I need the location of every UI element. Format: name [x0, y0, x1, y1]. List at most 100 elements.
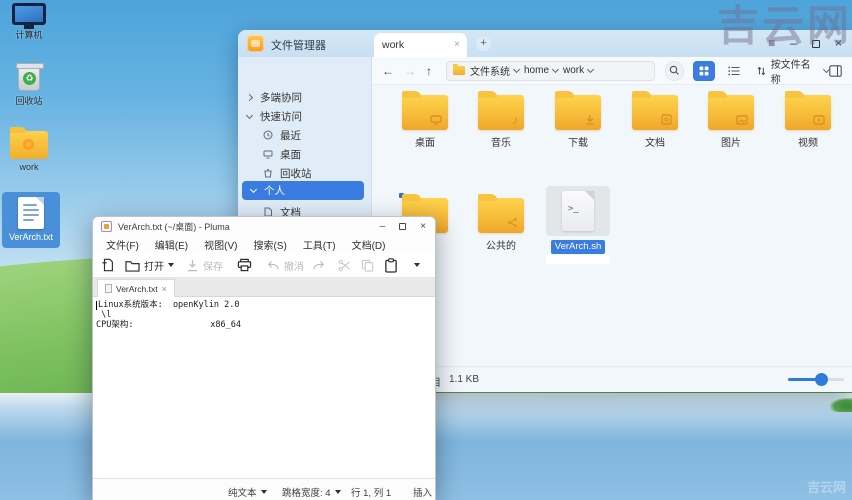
pluma-tabbar: VerArch.txt ×	[93, 278, 435, 297]
highlight-mode-selector[interactable]: 纯文本	[228, 485, 267, 499]
sidebar-item-quick-access[interactable]: 快速访问	[238, 108, 372, 124]
sidebar-item-label: 桌面	[280, 148, 301, 161]
close-icon[interactable]: ×	[420, 221, 426, 232]
sidebar-item-recycle-bin[interactable]: 回收站	[238, 165, 372, 181]
desktop-icon-label: 计算机	[15, 30, 43, 40]
sidebar-item-multi-device[interactable]: 多端协同	[238, 89, 372, 105]
tab-close-icon[interactable]: ×	[162, 284, 167, 294]
paste-button[interactable]	[384, 257, 398, 273]
copy-button[interactable]	[361, 259, 374, 272]
desktop-icon-work-folder[interactable]: work	[0, 127, 58, 172]
breadcrumb-label: home	[524, 65, 550, 76]
sidebar-item-personal[interactable]: 个人	[242, 181, 364, 200]
up-icon[interactable]: ↑	[426, 64, 432, 78]
search-button[interactable]	[664, 60, 685, 81]
list-view-icon	[728, 66, 740, 75]
tab-work[interactable]: work ×	[374, 33, 467, 57]
desktop-icon-recycle-bin[interactable]: ♻ 回收站	[0, 63, 58, 107]
chevron-right-icon	[245, 93, 253, 101]
save-icon	[187, 259, 198, 271]
toolbar-overflow-button[interactable]	[414, 263, 420, 267]
folder-item-public[interactable]: 公共的	[469, 194, 533, 252]
preview-panel-toggle[interactable]	[829, 64, 842, 77]
undo-label: 撤消	[284, 261, 304, 273]
new-tab-button[interactable]: +	[476, 36, 491, 51]
desktop: 吉云网 计算机 ♻ 回收站 work VerArch.txt 文件管理器 wor…	[0, 0, 852, 500]
recycle-symbol-icon: ♻	[23, 72, 36, 85]
tab-width-label: 跳格宽度: 4	[282, 488, 331, 499]
undo-button[interactable]: 撤消	[266, 258, 304, 273]
tab-width-selector[interactable]: 跳格宽度: 4	[282, 485, 341, 499]
text-editor-area[interactable]: Linux系统版本: openKylin 2.0 \l CPU架构: x86_6…	[93, 297, 435, 478]
menu-documents[interactable]: 文档(D)	[345, 237, 393, 252]
chevron-down-icon	[334, 490, 341, 494]
editor-line: Linux系统版本: openKylin 2.0	[96, 300, 435, 310]
zoom-slider[interactable]	[788, 373, 844, 386]
menu-view[interactable]: 视图(V)	[197, 237, 244, 252]
folder-item-music[interactable]: ♪ 音乐	[469, 91, 533, 149]
monitor-icon	[256, 149, 280, 159]
save-button[interactable]: 保存	[186, 258, 223, 273]
editor-line: \l	[96, 310, 435, 320]
folder-item-downloads[interactable]: 下载	[546, 91, 610, 149]
maximize-icon[interactable]	[399, 223, 407, 230]
list-view-button[interactable]	[724, 61, 745, 81]
redo-button[interactable]	[312, 259, 326, 271]
breadcrumb[interactable]: 文件系统 home work	[446, 60, 655, 81]
sidebar-item-desktop[interactable]: 桌面	[238, 146, 372, 162]
chevron-down-icon	[260, 490, 267, 494]
open-dropdown-icon[interactable]	[168, 263, 174, 267]
back-icon[interactable]: ←	[382, 64, 394, 78]
breadcrumb-home[interactable]: home	[524, 65, 560, 76]
folder-label: 桌面	[415, 138, 435, 149]
selected-file-size: 1.1 KB	[449, 374, 480, 385]
computer-icon	[12, 3, 46, 29]
folder-label: 视频	[798, 138, 818, 149]
sort-selector[interactable]: 按文件名称	[757, 56, 831, 86]
file-item-verarch-sh[interactable]: >_ VerArch.sh	[546, 186, 610, 264]
folder-item-desktop[interactable]: 桌面	[393, 91, 457, 149]
menu-edit[interactable]: 编辑(E)	[148, 237, 195, 252]
cut-button[interactable]	[338, 259, 351, 272]
menu-search[interactable]: 搜索(S)	[246, 237, 293, 252]
watermark-top: 吉云网	[716, 2, 852, 49]
open-button[interactable]: 打开	[125, 258, 174, 273]
chevron-down-icon	[587, 65, 595, 74]
grid-view-button[interactable]	[693, 60, 715, 81]
breadcrumb-work[interactable]: work	[563, 65, 595, 76]
menu-tools[interactable]: 工具(T)	[296, 237, 343, 252]
menu-file[interactable]: 文件(F)	[99, 237, 146, 252]
pluma-menubar: 文件(F) 编辑(E) 视图(V) 搜索(S) 工具(T) 文档(D)	[93, 236, 435, 253]
folder-icon	[453, 64, 465, 75]
highlight-mode-label: 纯文本	[228, 488, 257, 499]
editor-line-text: CPU架构: x86_64	[96, 320, 241, 330]
pluma-toolbar: 打开 保存 撤消	[93, 253, 435, 278]
folder-icon	[555, 91, 601, 130]
desktop-icon-label: VerArch.txt	[8, 232, 53, 242]
pluma-titlebar[interactable]: VerArch.txt (~/桌面) - Pluma – ×	[93, 217, 435, 236]
print-button[interactable]	[237, 258, 252, 272]
redo-icon	[313, 261, 325, 270]
breadcrumb-root[interactable]: 文件系统	[470, 63, 521, 78]
forward-icon[interactable]: →	[404, 64, 416, 78]
label-edit-area	[546, 255, 610, 264]
folder-item-videos[interactable]: 视频	[776, 91, 840, 149]
desktop-icon-verarch-txt[interactable]: VerArch.txt	[2, 192, 60, 248]
tab-close-icon[interactable]: ×	[454, 33, 460, 57]
folder-item-pictures[interactable]: 图片	[699, 91, 763, 149]
shell-script-icon: >_	[562, 191, 594, 231]
sort-arrows-icon	[757, 66, 766, 75]
sidebar-item-recent[interactable]: 最近	[238, 127, 372, 143]
folder-label: 下载	[568, 138, 588, 149]
pluma-app-icon	[101, 221, 112, 232]
chevron-down-icon	[551, 65, 560, 74]
chevron-down-icon	[512, 65, 521, 74]
tab-verarch-txt[interactable]: VerArch.txt ×	[97, 279, 175, 297]
minimize-icon[interactable]: –	[380, 221, 386, 232]
new-file-button[interactable]	[101, 258, 115, 272]
editor-line-text: Linux系统版本: openKylin 2.0	[98, 300, 240, 310]
file-manager-toolbar: ← → ↑ 文件系统 home work 按文件名称	[372, 56, 852, 86]
zoom-slider-handle[interactable]	[815, 373, 828, 386]
folder-item-documents[interactable]: 文档	[623, 91, 687, 149]
desktop-icon-computer[interactable]: 计算机	[0, 3, 58, 41]
